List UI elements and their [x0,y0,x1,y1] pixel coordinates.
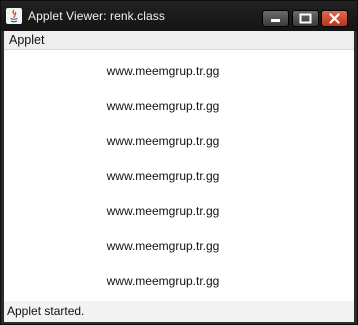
url-text: www.meemgrup.tr.gg [106,99,220,113]
maximize-icon [299,13,312,24]
url-text: www.meemgrup.tr.gg [106,274,220,288]
window-title: Applet Viewer: renk.class [28,9,166,23]
title-bar[interactable]: Applet Viewer: renk.class [1,1,357,31]
applet-canvas[interactable]: www.meemgrup.tr.gg www.meemgrup.tr.gg ww… [4,50,354,301]
minimize-button[interactable] [262,10,289,27]
menu-bar: Applet [4,31,354,50]
url-text: www.meemgrup.tr.gg [106,239,220,253]
applet-viewer-window: Applet Viewer: renk.class Applet www.mee… [0,0,358,325]
close-icon [329,13,340,24]
java-icon[interactable] [6,8,22,24]
minimize-icon [271,19,280,22]
maximize-button[interactable] [292,10,319,27]
url-text: www.meemgrup.tr.gg [106,204,220,218]
url-text: www.meemgrup.tr.gg [106,64,220,78]
status-text: Applet started. [7,304,85,318]
menu-applet[interactable]: Applet [9,33,44,47]
status-bar: Applet started. [4,301,354,322]
url-text: www.meemgrup.tr.gg [106,169,220,183]
close-button[interactable] [321,10,348,27]
url-text: www.meemgrup.tr.gg [106,134,220,148]
